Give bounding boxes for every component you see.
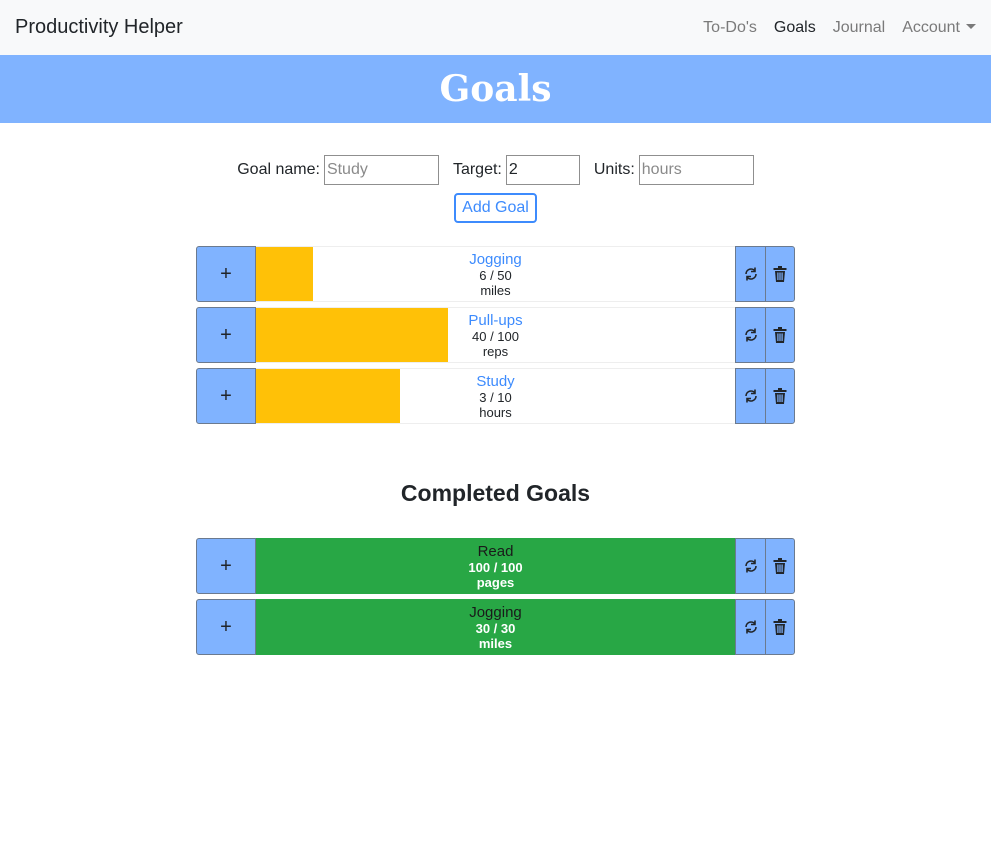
completed-goals-heading: Completed Goals (400, 480, 591, 506)
target-field-group: Target: (453, 155, 580, 185)
nav-dropdown-account[interactable]: Account (902, 19, 976, 37)
goal-progress: 100 / 100 (468, 560, 523, 575)
goal-units: miles (480, 283, 511, 298)
increment-button[interactable]: + (196, 599, 256, 655)
target-input[interactable] (505, 155, 580, 185)
goal-name-input[interactable] (323, 155, 439, 185)
add-goal-button[interactable]: Add Goal (454, 193, 537, 223)
goal-text: Study 3 / 10 hours (256, 369, 735, 421)
reset-button[interactable] (735, 368, 765, 424)
add-goal-form: Goal name: Target: Units: (0, 155, 991, 185)
target-label: Target: (452, 161, 502, 178)
refresh-icon (744, 389, 757, 403)
goal-progress: 30 / 30 (475, 621, 516, 636)
refresh-icon (744, 267, 757, 281)
refresh-icon (744, 620, 757, 634)
reset-button[interactable] (735, 246, 765, 302)
goal-text: Read 100 / 100 pages (256, 539, 735, 591)
trash-icon (773, 266, 787, 282)
reset-button[interactable] (735, 599, 765, 655)
refresh-icon (744, 328, 757, 342)
delete-button[interactable] (765, 307, 795, 363)
delete-button[interactable] (765, 538, 795, 594)
increment-button[interactable]: + (196, 368, 256, 424)
goal-name-label: Goal name: (237, 161, 320, 178)
goal-progress-bar: Read 100 / 100 pages (256, 538, 735, 594)
completed-goal-row: + Read 100 / 100 pages (196, 538, 795, 594)
goal-name: Pull-ups (468, 312, 523, 329)
delete-button[interactable] (765, 368, 795, 424)
goal-name: Jogging (469, 604, 522, 621)
goal-row: + Jogging 6 / 50 miles (196, 246, 795, 302)
trash-icon (773, 558, 787, 574)
nav-links: To-Do's Goals Journal Account (703, 19, 976, 37)
nav-link-journal[interactable]: Journal (833, 19, 885, 37)
refresh-icon (744, 559, 757, 573)
goal-name-field-group: Goal name: (237, 155, 439, 185)
goal-progress-bar: Jogging 30 / 30 miles (256, 599, 735, 655)
trash-icon (773, 388, 787, 404)
goal-units: reps (482, 344, 509, 359)
goal-name: Read (477, 543, 514, 560)
increment-button[interactable]: + (196, 538, 256, 594)
units-label: Units: (593, 161, 635, 178)
delete-button[interactable] (765, 246, 795, 302)
units-input[interactable] (638, 155, 754, 185)
increment-button[interactable]: + (196, 307, 256, 363)
caret-down-icon (966, 23, 976, 29)
goal-row: + Pull-ups 40 / 100 reps (196, 307, 795, 363)
nav-link-todos[interactable]: To-Do's (703, 19, 757, 37)
completed-goals-list: + Read 100 / 100 pages + Jogging 30 / 30… (196, 538, 795, 655)
goal-progress-bar: Pull-ups 40 / 100 reps (256, 307, 735, 363)
goal-name: Study (476, 373, 515, 390)
goal-text: Jogging 6 / 50 miles (256, 247, 735, 299)
goal-progress-bar: Study 3 / 10 hours (256, 368, 735, 424)
units-field-group: Units: (594, 155, 754, 185)
goal-name: Jogging (469, 251, 522, 268)
goal-units: miles (478, 636, 513, 651)
active-goals-list: + Jogging 6 / 50 miles + Pull-ups 40 / 1… (196, 246, 795, 424)
goal-units: hours (479, 405, 512, 420)
trash-icon (773, 619, 787, 635)
completed-goal-row: + Jogging 30 / 30 miles (196, 599, 795, 655)
goal-units: pages (476, 575, 515, 590)
nav-link-goals[interactable]: Goals (774, 19, 816, 37)
reset-button[interactable] (735, 307, 765, 363)
increment-button[interactable]: + (196, 246, 256, 302)
reset-button[interactable] (735, 538, 765, 594)
goal-progress: 3 / 10 (479, 390, 512, 405)
goal-text: Pull-ups 40 / 100 reps (256, 308, 735, 360)
navbar: Productivity Helper To-Do's Goals Journa… (0, 0, 991, 55)
add-goal-wrap: Add Goal (0, 193, 991, 223)
goal-text: Jogging 30 / 30 miles (256, 600, 735, 652)
goal-progress-bar: Jogging 6 / 50 miles (256, 246, 735, 302)
delete-button[interactable] (765, 599, 795, 655)
brand-title[interactable]: Productivity Helper (15, 16, 183, 39)
nav-dropdown-account-label: Account (902, 18, 960, 36)
page-title: Goals (439, 68, 552, 110)
goal-row: + Study 3 / 10 hours (196, 368, 795, 424)
goal-progress: 40 / 100 (472, 329, 519, 344)
page-banner: Goals (0, 55, 991, 123)
goal-progress: 6 / 50 (479, 268, 512, 283)
trash-icon (773, 327, 787, 343)
